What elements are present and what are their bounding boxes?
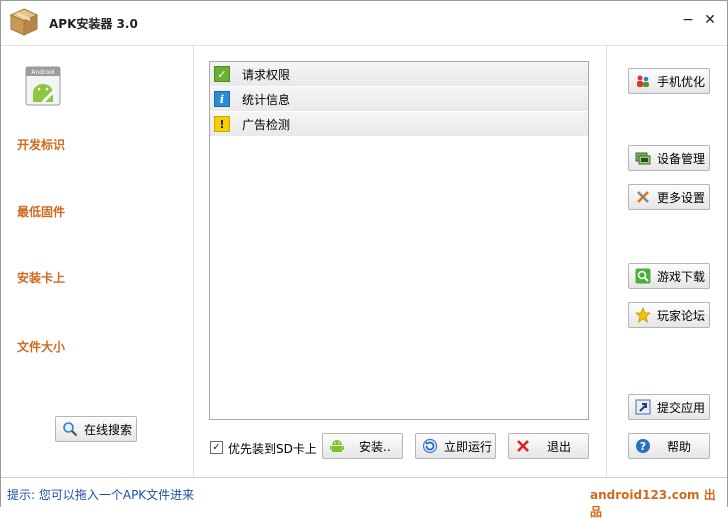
app-window: APK安装器 3.0 − ✕ Android 开发标识 最低固件 安装卡上 文件… — [0, 0, 728, 519]
list-item[interactable]: i 统计信息 — [210, 87, 588, 112]
left-divider — [193, 46, 194, 476]
title-bar[interactable]: APK安装器 3.0 − ✕ — [1, 1, 727, 46]
run-now-label: 立即运行 — [444, 439, 493, 454]
submit-app-button[interactable]: 提交应用 — [628, 394, 710, 420]
android-badge-text: Android — [31, 69, 54, 76]
star-icon — [635, 307, 651, 323]
check-results-list[interactable]: ✓ 请求权限 i 统计信息 ! 广告检测 — [209, 61, 589, 420]
game-download-button[interactable]: 游戏下载 — [628, 263, 710, 289]
label-min-firmware: 最低固件 — [17, 205, 66, 219]
help-button[interactable]: ? 帮助 — [628, 433, 710, 459]
check-icon: ✓ — [214, 66, 230, 82]
apk-info-panel: Android 开发标识 最低固件 安装卡上 文件大小 — [1, 46, 193, 476]
android-apk-icon: Android — [25, 66, 61, 106]
close-button[interactable]: ✕ — [701, 11, 719, 29]
close-x-icon — [515, 438, 531, 454]
run-now-button[interactable]: 立即运行 — [415, 433, 496, 459]
shortcut-arrow-icon — [635, 399, 651, 415]
install-label: 安装.. — [359, 439, 391, 454]
svg-text:?: ? — [640, 440, 646, 453]
status-bar: 提示: 您可以拖入一个APK文件进来 android123.com 出品 — [1, 477, 727, 519]
phone-optimize-label: 手机优化 — [657, 74, 706, 89]
phone-optimize-button[interactable]: 手机优化 — [628, 68, 710, 94]
exit-label: 退出 — [547, 439, 572, 454]
list-item-label: 统计信息 — [242, 92, 291, 107]
minimize-button[interactable]: − — [679, 11, 697, 29]
label-developer: 开发标识 — [17, 138, 66, 152]
list-item[interactable]: ✓ 请求权限 — [210, 62, 588, 87]
online-search-label: 在线搜索 — [84, 422, 133, 437]
more-settings-label: 更多设置 — [657, 190, 706, 205]
refresh-icon — [422, 438, 438, 454]
users-icon — [635, 73, 651, 89]
device-manage-button[interactable]: 设备管理 — [628, 145, 710, 171]
magnifier-icon — [62, 421, 78, 437]
package-box-icon — [9, 8, 39, 36]
player-forum-button[interactable]: 玩家论坛 — [628, 302, 710, 328]
help-icon: ? — [635, 438, 651, 454]
search-game-icon — [635, 268, 651, 284]
label-file-size: 文件大小 — [17, 340, 66, 354]
tools-icon — [635, 189, 651, 205]
label-install-location: 安装卡上 — [17, 271, 66, 285]
warning-icon: ! — [214, 116, 230, 132]
status-hint: 提示: 您可以拖入一个APK文件进来 — [7, 488, 195, 502]
sd-card-checkbox[interactable]: ✓ — [210, 441, 223, 454]
player-forum-label: 玩家论坛 — [657, 308, 706, 323]
install-button[interactable]: 安装.. — [322, 433, 403, 459]
more-settings-button[interactable]: 更多设置 — [628, 184, 710, 210]
info-icon: i — [214, 91, 230, 107]
device-icon — [635, 150, 651, 166]
window-title: APK安装器 3.0 — [49, 17, 138, 31]
online-search-button[interactable]: 在线搜索 — [55, 416, 137, 442]
list-item[interactable]: ! 广告检测 — [210, 112, 588, 137]
exit-button[interactable]: 退出 — [508, 433, 589, 459]
submit-app-label: 提交应用 — [657, 400, 706, 415]
device-manage-label: 设备管理 — [657, 151, 706, 166]
help-label: 帮助 — [667, 439, 692, 454]
sd-card-label[interactable]: 优先装到SD卡上 — [228, 440, 317, 457]
list-item-label: 请求权限 — [242, 67, 291, 82]
right-divider — [606, 46, 607, 476]
android-robot-icon — [329, 438, 345, 454]
list-item-label: 广告检测 — [242, 117, 291, 132]
brand-credit: android123.com 出品 — [590, 488, 716, 519]
game-download-label: 游戏下载 — [657, 269, 706, 284]
